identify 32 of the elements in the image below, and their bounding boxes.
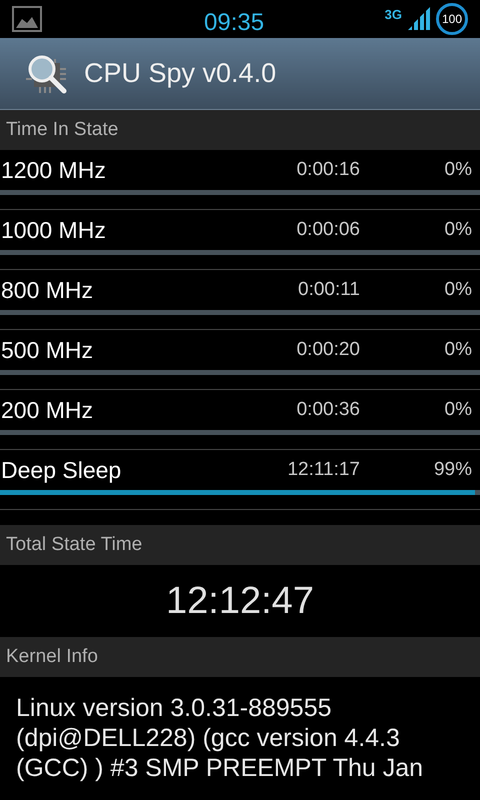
state-time: 0:00:06 <box>296 218 360 242</box>
battery-indicator: 100 <box>436 3 468 35</box>
state-time: 0:00:20 <box>296 338 360 362</box>
network-type: 3G <box>384 6 402 24</box>
state-percent: 0% <box>444 218 473 242</box>
state-percent: 0% <box>444 158 473 182</box>
state-time: 0:00:36 <box>296 398 360 422</box>
state-percent: 0% <box>444 398 473 422</box>
state-name: Deep Sleep <box>0 456 122 485</box>
state-name: 500 MHz <box>0 336 94 365</box>
state-time: 0:00:11 <box>297 278 360 302</box>
app-title: CPU Spy v0.4.0 <box>84 57 276 90</box>
state-name: 200 MHz <box>0 396 94 425</box>
section-title: Time In State <box>6 118 118 142</box>
state-name: 1200 MHz <box>0 156 107 185</box>
image-icon <box>12 6 42 32</box>
magnifier-chip-icon <box>26 52 68 94</box>
signal-icon <box>406 6 432 32</box>
kernel-info-text: (dpi@DELL228) (gcc version 4.4.3 <box>16 723 401 753</box>
state-percent: 99% <box>434 458 473 482</box>
section-title: Total State Time <box>6 532 142 557</box>
total-time: 12:12:47 <box>166 578 314 624</box>
kernel-info-text: Linux version 3.0.31-889555 <box>16 693 333 723</box>
state-percent: 0% <box>444 278 473 302</box>
state-time: 12:11:17 <box>286 458 360 482</box>
state-name: 800 MHz <box>0 276 94 305</box>
state-time: 0:00:16 <box>296 158 360 182</box>
state-name: 1000 MHz <box>0 216 107 245</box>
status-time: 09:35 <box>204 8 264 38</box>
state-percent: 0% <box>444 338 473 362</box>
kernel-info-text: (GCC) ) #3 SMP PREEMPT Thu Jan <box>16 753 424 783</box>
section-title: Kernel Info <box>6 644 98 669</box>
